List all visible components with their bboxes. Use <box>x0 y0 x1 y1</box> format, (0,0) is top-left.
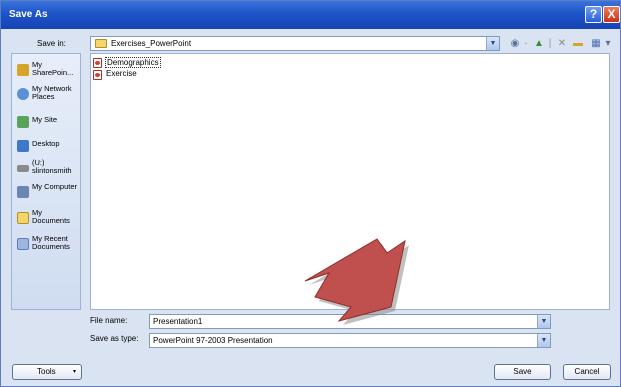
arrow-annotation <box>304 238 409 325</box>
save-as-dialog: Save As ? X Save in: Exercises_PowerPoin… <box>0 0 621 387</box>
